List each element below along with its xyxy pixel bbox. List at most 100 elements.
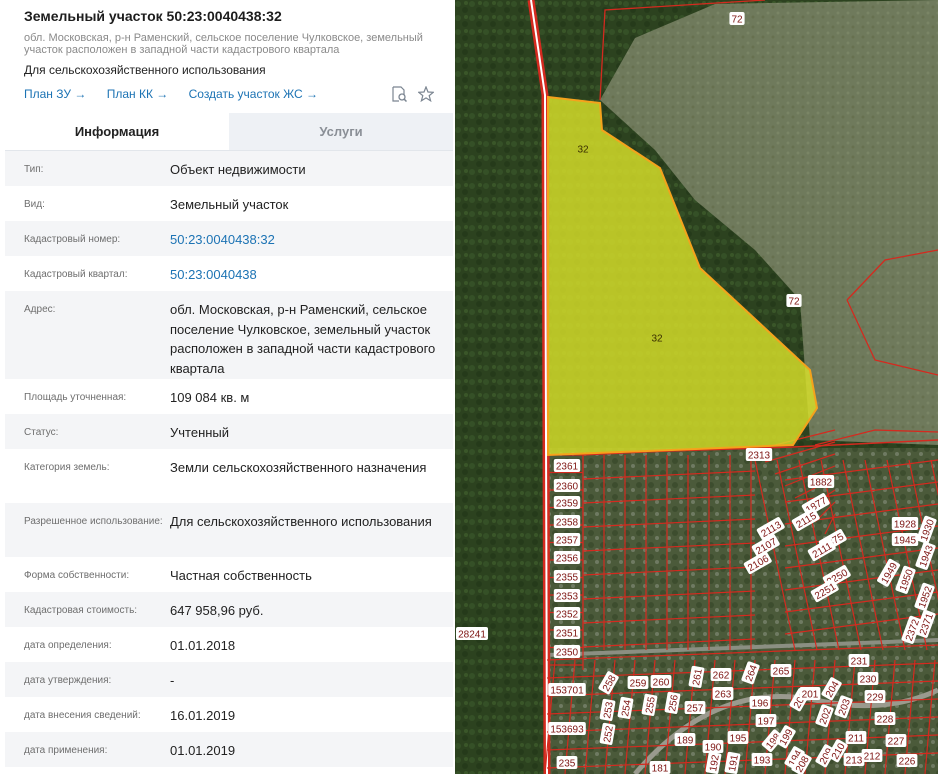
property-label: Категория земель: xyxy=(24,462,110,473)
property-row: Кадастровый номер: 50:23:0040438:32 xyxy=(5,221,453,256)
parcel-number-label: 1928 xyxy=(891,517,919,531)
parcel-number-label: 2361 xyxy=(553,459,581,473)
parcel-address-summary: обл. Московская, р-н Раменский, сельское… xyxy=(24,32,423,56)
property-label: дата внесения сведений: xyxy=(24,710,141,721)
svg-text:263: 263 xyxy=(715,690,732,701)
parcel-number-label: 2355 xyxy=(553,570,581,584)
property-value: 01.01.2019 xyxy=(170,743,236,758)
parcel-number-label: 2358 xyxy=(553,515,581,529)
parcel-number-label: 1882 xyxy=(807,475,835,489)
parcel-number-label: 2313 xyxy=(745,448,773,462)
svg-text:181: 181 xyxy=(652,764,669,774)
svg-text:212: 212 xyxy=(864,752,881,763)
property-value-link[interactable]: 50:23:0040438:32 xyxy=(170,230,448,250)
parcel-number-label: 153693 xyxy=(548,722,586,736)
svg-text:227: 227 xyxy=(888,737,905,748)
property-value: - xyxy=(170,673,175,688)
create-parcel-link[interactable]: Создать участок ЖС → xyxy=(189,87,318,101)
parcel-number-label: 2352 xyxy=(553,607,581,621)
property-label: Кадастровый квартал: xyxy=(24,269,128,280)
parcel-number-label: 2351 xyxy=(553,626,581,640)
svg-text:226: 226 xyxy=(899,757,916,768)
tab-information[interactable]: Информация xyxy=(5,113,229,150)
parcel-number-label: 28241 xyxy=(456,627,488,641)
svg-text:2355: 2355 xyxy=(556,573,579,584)
parcel-number-label: 201 xyxy=(799,687,821,701)
property-row: Разрешенное использование: Для сельскохоз… xyxy=(5,503,453,557)
property-row: Категория земель: Земли сельскохозяйствен… xyxy=(5,449,453,503)
svg-text:265: 265 xyxy=(773,667,790,678)
parcel-number-label: 153701 xyxy=(548,683,586,697)
property-value-link[interactable]: 50:23:0040438 xyxy=(170,265,448,285)
svg-text:230: 230 xyxy=(860,675,877,686)
parcel-number-label: 72 xyxy=(786,294,802,308)
property-value: обл. Московская, р-н Раменский, сельское… xyxy=(170,302,436,376)
property-value: Объект недвижимости xyxy=(170,162,306,177)
svg-text:2313: 2313 xyxy=(748,451,771,462)
property-row: Адрес: обл. Московская, р-н Раменский, се… xyxy=(5,291,453,379)
svg-text:2352: 2352 xyxy=(556,610,579,621)
parcel-number-label: 265 xyxy=(770,664,792,678)
property-value: Для сельскохозяйственного использования xyxy=(170,514,432,529)
cadastral-map[interactable]: 32 32 72 72 28241 2361 2360 2359 2358 2357 2356 235… xyxy=(455,0,938,774)
svg-text:260: 260 xyxy=(653,678,670,689)
parcel-number-label: 2353 xyxy=(553,589,581,603)
svg-text:211: 211 xyxy=(848,734,864,745)
parcel-number-label: 229 xyxy=(864,690,886,704)
parcel-number-label: 195 xyxy=(727,731,749,745)
property-value: 01.01.2018 xyxy=(170,638,236,653)
parcel-number-label: 190 xyxy=(702,740,724,754)
parcel-number-label: 2356 xyxy=(553,551,581,565)
property-label: Вид: xyxy=(24,199,45,210)
property-row: Тип: Объект недвижимости xyxy=(5,151,453,186)
tab-services[interactable]: Услуги xyxy=(229,113,453,150)
parcel-number-label: 262 xyxy=(710,668,732,682)
plan-zu-link[interactable]: План ЗУ → xyxy=(24,87,86,101)
svg-text:193: 193 xyxy=(754,756,771,767)
parcel-number-label: 263 xyxy=(712,687,734,701)
parcel-number-label: 181 xyxy=(649,761,671,774)
property-value: Учтенный xyxy=(170,425,230,440)
property-label: Площадь уточненная: xyxy=(24,392,127,403)
parcel-use-summary: Для сельскохозяйственного использования xyxy=(24,63,266,77)
property-row: Статус: Учтенный xyxy=(5,414,453,449)
parcel-number-label: 2350 xyxy=(553,645,581,659)
svg-text:2360: 2360 xyxy=(556,482,579,493)
plan-kk-link[interactable]: План КК → xyxy=(107,87,169,101)
parcel-number-label: 32 xyxy=(651,334,663,345)
property-label: Форма собственности: xyxy=(24,570,130,581)
parcel-number-label: 226 xyxy=(896,754,918,768)
search-document-icon[interactable] xyxy=(391,86,407,102)
property-label: дата утверждения: xyxy=(24,675,112,686)
svg-text:1928: 1928 xyxy=(894,520,917,531)
property-label: Адрес: xyxy=(24,304,56,315)
property-value: Земельный участок xyxy=(170,197,289,212)
svg-text:257: 257 xyxy=(687,704,704,715)
svg-text:213: 213 xyxy=(846,756,863,767)
property-value: 109 084 кв. м xyxy=(170,390,250,405)
star-icon[interactable] xyxy=(418,86,434,102)
parcel-number-label: 228 xyxy=(874,712,896,726)
svg-text:259: 259 xyxy=(630,679,647,690)
parcel-number-label: 193 xyxy=(751,753,773,767)
svg-text:201: 201 xyxy=(802,690,819,701)
svg-text:262: 262 xyxy=(713,671,730,682)
svg-text:2357: 2357 xyxy=(556,536,579,547)
parcel-number-label: 259 xyxy=(627,676,649,690)
property-row: дата внесения сведений: 16.01.2019 xyxy=(5,697,453,732)
parcel-number-label: 72 xyxy=(729,12,745,26)
svg-text:1882: 1882 xyxy=(810,478,833,489)
parcel-number-label: 189 xyxy=(674,733,696,747)
svg-text:196: 196 xyxy=(752,699,769,710)
property-row: Площадь уточненная: 109 084 кв. м xyxy=(5,379,453,414)
property-row: дата применения: 01.01.2019 xyxy=(5,732,453,767)
svg-text:32: 32 xyxy=(651,334,663,345)
quick-links: План ЗУ → План КК → Создать участок ЖС → xyxy=(24,87,335,101)
svg-text:72: 72 xyxy=(731,15,743,26)
property-label: дата определения: xyxy=(24,640,112,651)
property-row: Форма собственности: Частная собственност… xyxy=(5,557,453,592)
svg-text:2358: 2358 xyxy=(556,518,579,529)
parcel-number-label: 2359 xyxy=(553,496,581,510)
svg-text:153701: 153701 xyxy=(550,686,584,697)
parcel-number-label: 212 xyxy=(861,749,883,763)
